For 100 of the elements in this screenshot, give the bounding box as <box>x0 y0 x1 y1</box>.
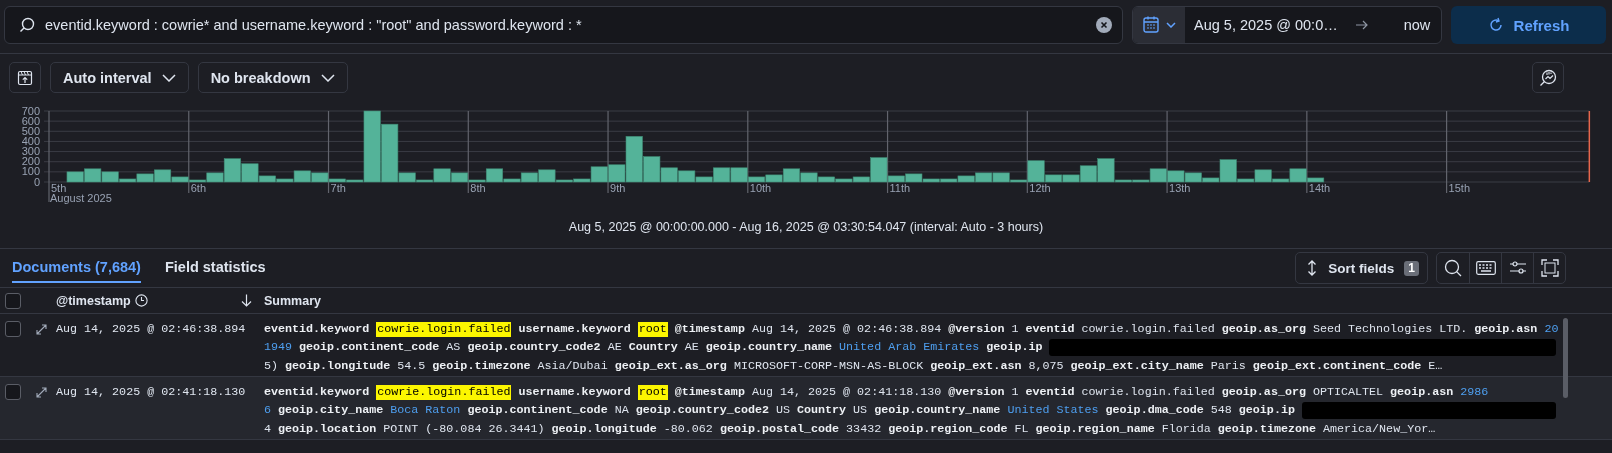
x-axis-label: 5th <box>51 182 67 194</box>
row-checkbox[interactable] <box>5 384 21 400</box>
field-name: geoip.country_name <box>874 403 1001 419</box>
field-value: 1 <box>1011 384 1019 400</box>
field-name: geoip.ip <box>986 340 1043 356</box>
y-axis-label: 0 <box>33 175 40 188</box>
chart-magnifier-icon <box>1539 68 1557 87</box>
field-name: geoip.longitude <box>551 421 657 437</box>
timestamp-cell: Aug 14, 2025 @ 02:41:18.130 <box>56 385 246 399</box>
field-value: US <box>853 403 868 419</box>
column-header[interactable]: Summary <box>264 293 321 308</box>
field-value: FL <box>1014 421 1029 437</box>
tab[interactable]: Field statistics <box>164 253 266 283</box>
field-name: geoip.region_code <box>888 421 1008 437</box>
end-date[interactable]: now <box>1403 17 1431 33</box>
field-value: Asia/Dubai <box>537 358 608 374</box>
breakdown-dropdown[interactable]: No breakdown <box>197 62 348 93</box>
field-name: geoip.country_code2 <box>635 403 769 419</box>
field-value: 8,075 <box>1028 358 1064 374</box>
scrollbar[interactable] <box>1563 318 1568 398</box>
field-name: geoip.region_name <box>1035 421 1155 437</box>
y-axis-label: 700 <box>21 105 40 117</box>
field-name: eventid <box>1025 321 1075 337</box>
x-axis-label: 8th <box>470 182 486 194</box>
field-value: 54.5 <box>397 358 426 374</box>
query-text: eventid.keyword : cowrie* and username.keyword : "root" and password.keyword : * <box>45 17 583 33</box>
field-name: geoip.continent_code <box>299 340 440 356</box>
timestamp-cell: Aug 14, 2025 @ 02:46:38.894 <box>56 322 246 336</box>
time-range-text: Aug 5, 2025 @ 00:00:00.000 - Aug 16, 2025 @ 03:30:54.047 (interval: Auto - 3 hours) <box>567 220 1045 236</box>
date-quick-select-button[interactable] <box>1133 7 1185 43</box>
field-name: eventid.keyword <box>264 384 370 400</box>
field-name: Country <box>797 403 847 419</box>
field-name: @version <box>948 384 1005 400</box>
query-field[interactable]: eventid.keyword : cowrie* and username.keyword : "root" and password.keyword : * <box>4 6 1123 44</box>
field-value: Paris <box>1210 358 1246 374</box>
y-axis-label: 100 <box>21 165 40 178</box>
arrow-right-icon <box>1355 20 1368 30</box>
field-value: 1949 <box>264 340 293 356</box>
field-name: eventid <box>1025 384 1075 400</box>
field-value: AS <box>446 340 461 356</box>
field-name: geoip_ext.asn <box>930 358 1022 374</box>
panel-toggle-button[interactable] <box>9 62 41 93</box>
sliders-icon <box>1508 261 1527 275</box>
highlighted-value: cowrie.login.failed <box>376 384 512 400</box>
interval-dropdown[interactable]: Auto interval <box>50 62 189 93</box>
field-value: 20 <box>1544 321 1559 337</box>
field-name: geoip.dma_code <box>1105 403 1204 419</box>
field-name: geoip.postal_code <box>719 421 840 437</box>
field-value: AE <box>684 340 699 356</box>
x-axis-label: 14th <box>1308 182 1331 194</box>
field-name: geoip.country_code2 <box>467 340 601 356</box>
histogram-bar <box>975 172 993 183</box>
sort-fields-button[interactable]: Sort fields 1 <box>1295 252 1428 284</box>
field-name: geoip_ext.continent_code <box>1252 358 1422 374</box>
y-axis-label: 500 <box>21 124 40 137</box>
field-value: Aug 14, 2025 @ 02:41:18.130 <box>751 384 942 400</box>
clear-icon[interactable] <box>1096 17 1112 33</box>
field-value: MICROSOFT-CORP-MSN-AS-BLOCK <box>733 358 924 374</box>
field-value: E… <box>1428 358 1443 374</box>
refresh-button[interactable]: Refresh <box>1451 6 1606 44</box>
y-axis-label: 200 <box>21 155 40 168</box>
field-value: Boca Raton <box>390 403 461 419</box>
chart-options-button[interactable] <box>1532 62 1564 93</box>
field-value: POINT (-80.084 26.3441) <box>383 421 545 437</box>
field-value: 2986 <box>1460 384 1489 400</box>
histogram-bar <box>84 168 102 183</box>
field-name: geoip.location <box>278 421 377 437</box>
field-value: Aug 14, 2025 @ 02:46:38.894 <box>751 321 942 337</box>
sort-arrow-icon[interactable] <box>241 294 252 307</box>
y-axis-label: 400 <box>21 134 40 147</box>
field-value: America/New_Yor… <box>1323 421 1436 437</box>
field-name: geoip.longitude <box>285 358 391 374</box>
panel-toggle-icon <box>17 69 33 86</box>
field-name: geoip_ext.city_name <box>1070 358 1204 374</box>
row-checkbox[interactable] <box>5 292 21 309</box>
fullscreen-icon <box>1540 259 1559 277</box>
field-name: geoip.asn <box>1390 384 1454 400</box>
tab[interactable]: Documents (7,684) <box>12 253 141 283</box>
column-header[interactable]: @timestamp <box>56 293 131 308</box>
field-name: geoip.ip <box>1238 403 1295 419</box>
field-value: 33432 <box>846 421 882 437</box>
histogram-bar <box>1167 170 1185 183</box>
x-axis-label: 15th <box>1448 182 1470 194</box>
x-axis-label: 12th <box>1029 182 1051 194</box>
field-value: Florida <box>1161 421 1211 437</box>
clock-icon <box>134 294 148 307</box>
field-value: United Arab Emirates <box>839 340 980 356</box>
x-axis-title: August 2025 <box>50 192 112 204</box>
caret-icon <box>1165 22 1176 28</box>
search-icon <box>19 17 35 33</box>
field-name: eventid.keyword <box>264 321 370 337</box>
histogram-bar <box>66 171 84 183</box>
start-date[interactable]: Aug 5, 2025 @ 00:0… <box>1185 17 1338 33</box>
field-value: United States <box>1007 403 1099 419</box>
field-value: cowrie.login.failed <box>1081 321 1215 337</box>
field-value: 5) <box>264 358 279 374</box>
row-checkbox[interactable] <box>5 321 21 337</box>
field-value: NA <box>614 403 629 419</box>
caret-icon <box>320 73 335 82</box>
field-name: username.keyword <box>518 384 631 400</box>
